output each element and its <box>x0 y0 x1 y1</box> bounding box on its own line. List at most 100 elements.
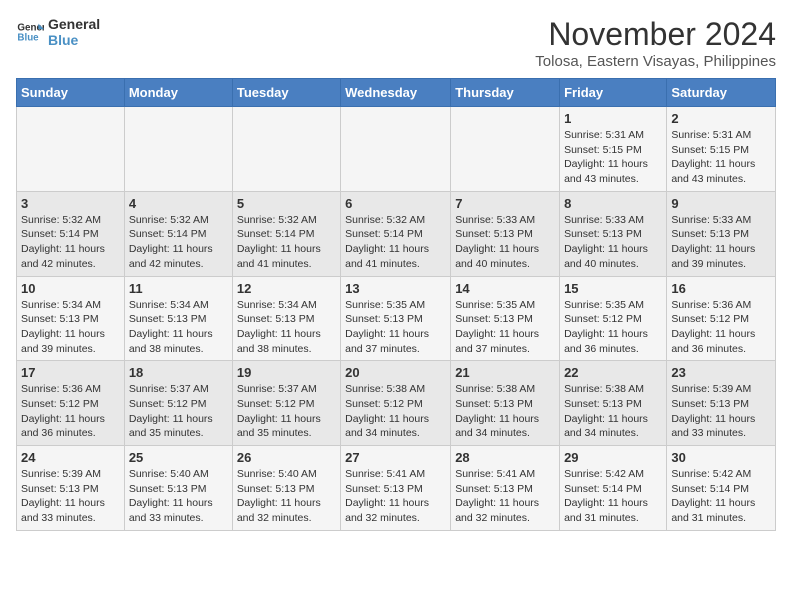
day-info: Sunrise: 5:34 AM Sunset: 5:13 PM Dayligh… <box>237 298 336 357</box>
location-subtitle: Tolosa, Eastern Visayas, Philippines <box>535 53 776 70</box>
day-number: 16 <box>671 281 771 296</box>
page-header: General Blue General Blue November 2024 … <box>16 16 776 70</box>
calendar-cell: 25 Sunrise: 5:40 AM Sunset: 5:13 PM Dayli… <box>124 446 232 531</box>
calendar-cell <box>451 107 560 192</box>
day-number: 3 <box>21 196 120 211</box>
day-info: Sunrise: 5:38 AM Sunset: 5:12 PM Dayligh… <box>345 382 446 441</box>
day-number: 9 <box>671 196 771 211</box>
day-number: 17 <box>21 365 120 380</box>
day-number: 27 <box>345 450 446 465</box>
logo-text-blue: Blue <box>48 32 100 48</box>
calendar-cell: 4 Sunrise: 5:32 AM Sunset: 5:14 PM Daylig… <box>124 191 232 276</box>
day-number: 13 <box>345 281 446 296</box>
day-number: 12 <box>237 281 336 296</box>
day-info: Sunrise: 5:33 AM Sunset: 5:13 PM Dayligh… <box>671 213 771 272</box>
calendar-cell: 5Sunrise: 5:32 AM Sunset: 5:14 PM Daylig… <box>232 191 340 276</box>
calendar-week-row: 24Sunrise: 5:39 AM Sunset: 5:13 PM Dayli… <box>17 446 776 531</box>
day-number: 23 <box>671 365 771 380</box>
day-number: 2 <box>671 111 771 126</box>
day-number: 25 <box>129 450 228 465</box>
day-info: Sunrise: 5:41 AM Sunset: 5:13 PM Dayligh… <box>455 467 555 526</box>
day-info: Sunrise: 5:40 AM Sunset: 5:13 PM Dayligh… <box>237 467 336 526</box>
day-number: 1 <box>564 111 662 126</box>
day-info: Sunrise: 5:32 AM Sunset: 5:14 PM Dayligh… <box>345 213 446 272</box>
calendar-week-row: 17 Sunrise: 5:36 AM Sunset: 5:12 PM Dayli… <box>17 361 776 446</box>
day-info: Sunrise: 5:38 AM Sunset: 5:13 PM Dayligh… <box>564 382 662 441</box>
calendar-cell: 16 Sunrise: 5:36 AM Sunset: 5:12 PM Dayli… <box>667 276 776 361</box>
day-number: 21 <box>455 365 555 380</box>
day-info: Sunrise: 5:38 AM Sunset: 5:13 PM Dayligh… <box>455 382 555 441</box>
weekday-header-saturday: Saturday <box>667 79 776 107</box>
calendar-cell: 30Sunrise: 5:42 AM Sunset: 5:14 PM Dayli… <box>667 446 776 531</box>
day-number: 5 <box>237 196 336 211</box>
day-number: 29 <box>564 450 662 465</box>
calendar-cell: 18 Sunrise: 5:37 AM Sunset: 5:12 PM Dayli… <box>124 361 232 446</box>
calendar-cell: 23 Sunrise: 5:39 AM Sunset: 5:13 PM Dayli… <box>667 361 776 446</box>
day-info: Sunrise: 5:34 AM Sunset: 5:13 PM Dayligh… <box>21 298 120 357</box>
calendar-cell <box>232 107 340 192</box>
calendar-cell: 22 Sunrise: 5:38 AM Sunset: 5:13 PM Dayli… <box>560 361 667 446</box>
day-number: 20 <box>345 365 446 380</box>
month-year-title: November 2024 <box>535 16 776 53</box>
day-number: 19 <box>237 365 336 380</box>
title-section: November 2024 Tolosa, Eastern Visayas, P… <box>535 16 776 70</box>
day-number: 14 <box>455 281 555 296</box>
weekday-header-thursday: Thursday <box>451 79 560 107</box>
day-info: Sunrise: 5:36 AM Sunset: 5:12 PM Dayligh… <box>21 382 120 441</box>
calendar-cell: 7Sunrise: 5:33 AM Sunset: 5:13 PM Daylig… <box>451 191 560 276</box>
calendar-cell: 9 Sunrise: 5:33 AM Sunset: 5:13 PM Daylig… <box>667 191 776 276</box>
calendar-table: SundayMondayTuesdayWednesdayThursdayFrid… <box>16 78 776 531</box>
calendar-week-row: 3 Sunrise: 5:32 AM Sunset: 5:14 PM Daylig… <box>17 191 776 276</box>
weekday-header-sunday: Sunday <box>17 79 125 107</box>
logo-text-general: General <box>48 16 100 32</box>
day-info: Sunrise: 5:42 AM Sunset: 5:14 PM Dayligh… <box>564 467 662 526</box>
calendar-cell: 20 Sunrise: 5:38 AM Sunset: 5:12 PM Dayli… <box>341 361 451 446</box>
weekday-header-tuesday: Tuesday <box>232 79 340 107</box>
day-info: Sunrise: 5:36 AM Sunset: 5:12 PM Dayligh… <box>671 298 771 357</box>
calendar-cell: 10 Sunrise: 5:34 AM Sunset: 5:13 PM Dayli… <box>17 276 125 361</box>
calendar-cell: 27 Sunrise: 5:41 AM Sunset: 5:13 PM Dayli… <box>341 446 451 531</box>
day-info: Sunrise: 5:31 AM Sunset: 5:15 PM Dayligh… <box>671 128 771 187</box>
day-number: 22 <box>564 365 662 380</box>
logo-icon: General Blue <box>16 18 44 46</box>
calendar-cell: 1Sunrise: 5:31 AM Sunset: 5:15 PM Daylig… <box>560 107 667 192</box>
day-info: Sunrise: 5:35 AM Sunset: 5:13 PM Dayligh… <box>345 298 446 357</box>
calendar-cell: 8 Sunrise: 5:33 AM Sunset: 5:13 PM Daylig… <box>560 191 667 276</box>
calendar-week-row: 10 Sunrise: 5:34 AM Sunset: 5:13 PM Dayli… <box>17 276 776 361</box>
day-number: 18 <box>129 365 228 380</box>
day-info: Sunrise: 5:34 AM Sunset: 5:13 PM Dayligh… <box>129 298 228 357</box>
calendar-cell: 6Sunrise: 5:32 AM Sunset: 5:14 PM Daylig… <box>341 191 451 276</box>
day-info: Sunrise: 5:33 AM Sunset: 5:13 PM Dayligh… <box>564 213 662 272</box>
calendar-cell: 29 Sunrise: 5:42 AM Sunset: 5:14 PM Dayli… <box>560 446 667 531</box>
calendar-cell: 26 Sunrise: 5:40 AM Sunset: 5:13 PM Dayli… <box>232 446 340 531</box>
calendar-cell: 21 Sunrise: 5:38 AM Sunset: 5:13 PM Dayli… <box>451 361 560 446</box>
day-number: 8 <box>564 196 662 211</box>
day-number: 15 <box>564 281 662 296</box>
calendar-cell: 13 Sunrise: 5:35 AM Sunset: 5:13 PM Dayli… <box>341 276 451 361</box>
weekday-header-wednesday: Wednesday <box>341 79 451 107</box>
calendar-cell: 11Sunrise: 5:34 AM Sunset: 5:13 PM Dayli… <box>124 276 232 361</box>
day-number: 26 <box>237 450 336 465</box>
weekday-header-friday: Friday <box>560 79 667 107</box>
day-info: Sunrise: 5:32 AM Sunset: 5:14 PM Dayligh… <box>129 213 228 272</box>
svg-text:Blue: Blue <box>17 32 39 43</box>
calendar-cell: 12 Sunrise: 5:34 AM Sunset: 5:13 PM Dayli… <box>232 276 340 361</box>
day-number: 4 <box>129 196 228 211</box>
calendar-cell: 14 Sunrise: 5:35 AM Sunset: 5:13 PM Dayli… <box>451 276 560 361</box>
weekday-header-row: SundayMondayTuesdayWednesdayThursdayFrid… <box>17 79 776 107</box>
calendar-cell: 2 Sunrise: 5:31 AM Sunset: 5:15 PM Daylig… <box>667 107 776 192</box>
day-number: 10 <box>21 281 120 296</box>
day-info: Sunrise: 5:35 AM Sunset: 5:13 PM Dayligh… <box>455 298 555 357</box>
day-info: Sunrise: 5:39 AM Sunset: 5:13 PM Dayligh… <box>671 382 771 441</box>
calendar-cell: 28 Sunrise: 5:41 AM Sunset: 5:13 PM Dayli… <box>451 446 560 531</box>
day-info: Sunrise: 5:41 AM Sunset: 5:13 PM Dayligh… <box>345 467 446 526</box>
day-info: Sunrise: 5:35 AM Sunset: 5:12 PM Dayligh… <box>564 298 662 357</box>
calendar-cell: 19Sunrise: 5:37 AM Sunset: 5:12 PM Dayli… <box>232 361 340 446</box>
logo: General Blue General Blue <box>16 16 100 48</box>
weekday-header-monday: Monday <box>124 79 232 107</box>
day-info: Sunrise: 5:33 AM Sunset: 5:13 PM Dayligh… <box>455 213 555 272</box>
day-info: Sunrise: 5:37 AM Sunset: 5:12 PM Dayligh… <box>129 382 228 441</box>
day-info: Sunrise: 5:40 AM Sunset: 5:13 PM Dayligh… <box>129 467 228 526</box>
day-info: Sunrise: 5:39 AM Sunset: 5:13 PM Dayligh… <box>21 467 120 526</box>
day-number: 28 <box>455 450 555 465</box>
